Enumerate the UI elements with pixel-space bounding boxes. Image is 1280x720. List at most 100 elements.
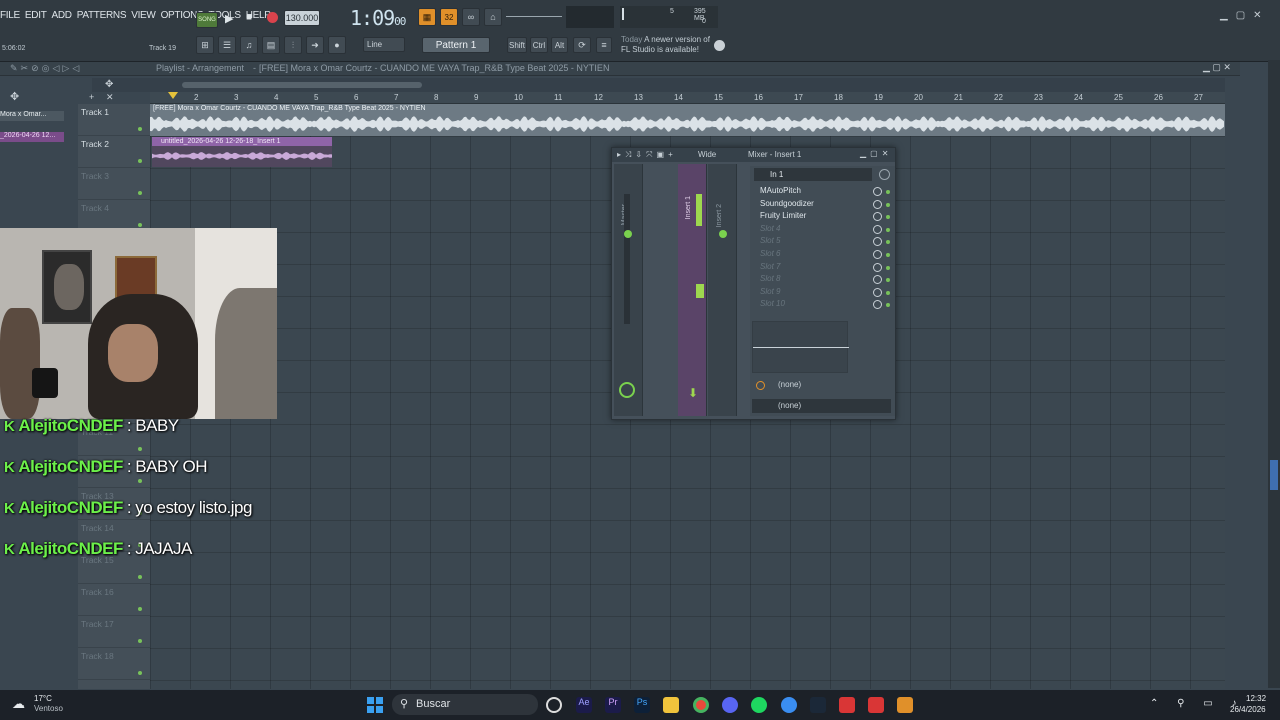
playlist-icon[interactable]: ☰ xyxy=(218,36,236,54)
arrow-icon[interactable]: ➜ xyxy=(306,36,324,54)
fx-mix-knob[interactable] xyxy=(873,199,882,209)
route-arrow-icon[interactable]: ⬇ xyxy=(688,386,698,400)
input-select[interactable]: In 1 xyxy=(754,168,872,181)
track-mute-led[interactable] xyxy=(138,191,142,195)
weather-temp[interactable]: 17°C xyxy=(34,694,52,703)
fx-enable-led[interactable] xyxy=(886,190,890,194)
discord-icon[interactable] xyxy=(722,697,738,713)
shift-button[interactable]: Shift xyxy=(507,37,527,53)
track-mute-led[interactable] xyxy=(138,671,142,675)
fx-mix-knob[interactable] xyxy=(873,187,882,196)
menu-view[interactable]: VIEW xyxy=(131,10,156,21)
strip-led[interactable] xyxy=(719,230,727,238)
fx-mix-knob[interactable] xyxy=(873,237,882,247)
track-header[interactable]: Track 16 xyxy=(78,584,150,616)
step-edit-icon[interactable]: 32 xyxy=(440,8,458,26)
mixer-strip-insert-2[interactable]: Insert 2 xyxy=(708,164,737,416)
midi-icon[interactable]: ⟳ xyxy=(573,37,591,53)
steam-icon[interactable] xyxy=(810,697,826,713)
mixer-fx-slot[interactable]: Soundgoodizer xyxy=(750,199,895,211)
track-mute-led[interactable] xyxy=(138,127,142,131)
file-explorer-icon[interactable] xyxy=(663,697,679,713)
mixer-fx-slot[interactable]: Fruity Limiter xyxy=(750,211,895,223)
maximize-icon[interactable]: ▢ xyxy=(1236,10,1245,21)
menu-edit[interactable]: EDIT xyxy=(25,10,47,21)
mic-icon[interactable]: ● xyxy=(328,36,346,54)
pattern-select[interactable]: Pattern 1 xyxy=(422,37,490,53)
track-header[interactable]: Track 2 xyxy=(78,136,150,168)
minimize-icon[interactable]: ▁ xyxy=(1220,10,1228,21)
mixer-toolbar-icons[interactable]: ▸⤨⇩⤧▣+ xyxy=(617,150,677,160)
play-icon[interactable]: ▶ xyxy=(225,12,233,25)
scroll-thumb[interactable] xyxy=(1270,460,1278,490)
track-mute-led[interactable] xyxy=(138,639,142,643)
track-mute-led[interactable] xyxy=(138,159,142,163)
horizontal-scrollbar[interactable] xyxy=(182,82,422,88)
mixer-fx-slot[interactable]: Slot 9 xyxy=(750,287,895,299)
eq-display[interactable] xyxy=(752,321,849,373)
track-mute-led[interactable] xyxy=(138,479,142,483)
record-icon[interactable] xyxy=(267,12,278,23)
playlist-move-icon[interactable]: ✥ xyxy=(105,79,113,90)
playhead-marker[interactable] xyxy=(168,92,178,99)
timeline-ruler[interactable]: 2 3 4 5 6 7 8 9 10 11 12 13 14 15 16 17 18 19 20 21 22 23 24 25… xyxy=(150,92,1225,104)
news-icon[interactable] xyxy=(714,40,725,51)
fx-mix-knob[interactable] xyxy=(873,250,882,259)
fx-enable-led[interactable] xyxy=(886,290,890,295)
mixer-fx-slot[interactable]: Slot 7 xyxy=(750,262,895,274)
add-track-icon[interactable]: + xyxy=(89,92,94,102)
news-panel[interactable]: Today A newer version of FL Studio is av… xyxy=(621,35,713,55)
channel-rack-icon[interactable]: ▤ xyxy=(262,36,280,54)
taskbar-search[interactable]: ⚲ Buscar xyxy=(392,694,538,715)
move-icon[interactable]: ✥ xyxy=(10,90,19,103)
track-header[interactable]: Track 17 xyxy=(78,616,150,648)
mixer-fx-slot[interactable]: Slot 5 xyxy=(750,236,895,248)
mixer-view-label[interactable]: Wide xyxy=(698,150,716,159)
fl-studio-icon[interactable] xyxy=(897,697,913,713)
strip-led[interactable] xyxy=(624,230,632,238)
strip-fader[interactable] xyxy=(696,284,704,298)
pattern-mode-icon[interactable]: ▦ xyxy=(418,8,436,26)
fx-enable-led[interactable] xyxy=(886,227,890,232)
snap-select[interactable]: Line xyxy=(363,37,405,52)
send-select-2[interactable]: (none) xyxy=(752,399,891,413)
browser-item-selected[interactable]: _2026-04-26 12... xyxy=(0,132,64,142)
clock-time[interactable]: 12:32 xyxy=(1246,694,1266,703)
track-mute-led[interactable] xyxy=(138,447,142,451)
menu-patterns[interactable]: PATTERNS xyxy=(77,10,127,21)
fx-enable-led[interactable] xyxy=(886,265,890,270)
alt-button[interactable]: Alt xyxy=(551,37,568,53)
fx-enable-led[interactable] xyxy=(886,303,890,308)
menu-file[interactable]: FILE xyxy=(0,10,20,21)
playlist-window-controls[interactable]: ▁ ▢ ✕ xyxy=(1203,62,1231,73)
loop-record-icon[interactable]: ∞ xyxy=(462,8,480,26)
windows-start-icon[interactable] xyxy=(367,697,383,713)
track-header[interactable]: Track 1 xyxy=(78,104,150,136)
metronome-icon[interactable]: ⌂ xyxy=(484,8,502,26)
track-mute-led[interactable] xyxy=(138,575,142,579)
fx-mix-knob[interactable] xyxy=(873,275,882,285)
song-mode-toggle[interactable]: SONG xyxy=(196,12,218,28)
send-select-1[interactable]: (none) xyxy=(752,378,891,392)
mixer-titlebar[interactable]: ▸⤨⇩⤧▣+ Wide Mixer - Insert 1 ▁▢✕ xyxy=(612,148,895,162)
weather-icon[interactable]: ☁ xyxy=(12,696,25,712)
right-scrollbar[interactable] xyxy=(1268,60,1280,688)
piano-roll-icon[interactable]: ♫ xyxy=(240,36,258,54)
fx-enable-led[interactable] xyxy=(886,278,890,283)
strip-route-knob[interactable] xyxy=(619,382,635,398)
fx-mix-knob[interactable] xyxy=(873,262,882,272)
snap-icon[interactable]: ⊞ xyxy=(196,36,214,54)
audio-clip-recording[interactable]: untitled_2026-04-26 12-26-18_Insert 1 xyxy=(152,137,332,167)
mixer-fx-slot[interactable]: MAutoPitch xyxy=(750,186,895,198)
fx-enable-led[interactable] xyxy=(886,215,890,220)
after-effects-icon[interactable]: Ae xyxy=(576,697,592,713)
photoshop-icon[interactable]: Ps xyxy=(634,697,650,713)
premiere-icon[interactable]: Pr xyxy=(605,697,621,713)
master-volume-slider[interactable] xyxy=(506,16,562,17)
track-mute-led[interactable] xyxy=(138,223,142,227)
track-header[interactable]: Track 3 xyxy=(78,168,150,200)
mixer-icon[interactable]: ⫶ xyxy=(284,36,302,54)
app-icon-red-1[interactable] xyxy=(839,697,855,713)
chrome-icon[interactable] xyxy=(693,697,709,713)
list-icon[interactable]: ≡ xyxy=(596,37,612,53)
